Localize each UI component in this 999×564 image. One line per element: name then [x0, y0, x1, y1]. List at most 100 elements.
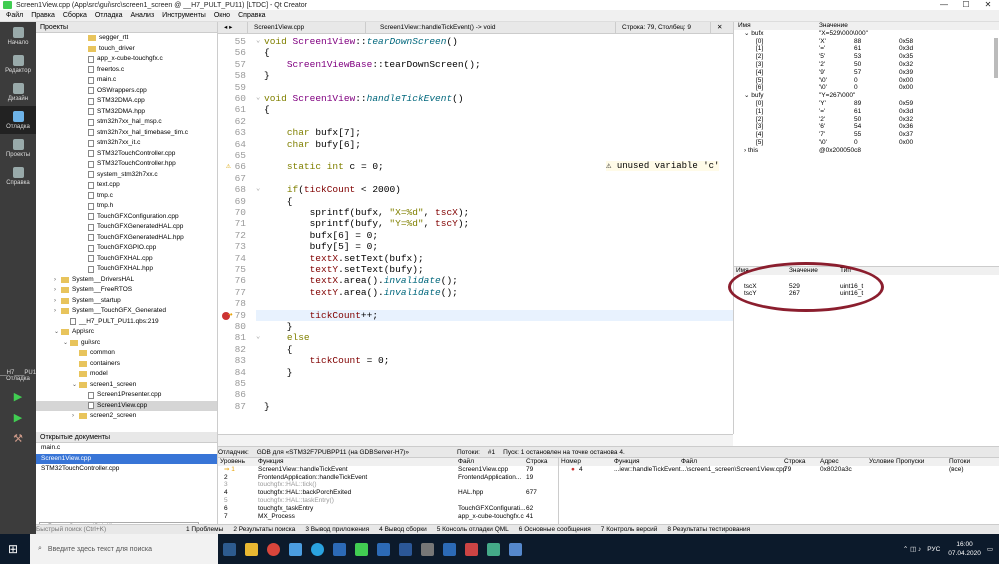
tree-item[interactable]: text.cpp — [36, 180, 217, 191]
menu-item[interactable]: Окно — [214, 12, 230, 19]
stack-row[interactable]: 6 touchgfx_taskEntry TouchGFXConfigurati..… — [218, 505, 558, 513]
symbol-selector[interactable]: Screen1View::handleTickEvent() -> void — [366, 21, 616, 34]
minimize-button[interactable]: — — [933, 0, 955, 10]
watch-row[interactable]: [4] '7' 55 0x37 — [734, 131, 999, 139]
watch-col-header[interactable]: Имя — [738, 22, 751, 30]
watch-row[interactable]: [1] '=' 61 0x3d — [734, 108, 999, 116]
app-icon-5[interactable] — [504, 534, 526, 564]
breakpoint-col-header[interactable]: Номер — [561, 458, 581, 466]
word-icon[interactable] — [394, 534, 416, 564]
stack-row[interactable]: 5 touchgfx::HAL::taskEntry() — [218, 497, 558, 505]
clock[interactable]: 16:00 07.04.2020 — [948, 540, 981, 558]
notifications-icon[interactable]: ▭ — [987, 545, 993, 553]
breakpoint-col-header[interactable]: Адрес — [820, 458, 839, 466]
tray-icons[interactable]: ⌃ ◫ ♪ — [903, 545, 921, 553]
taskview-icon[interactable] — [218, 534, 240, 564]
menu-item[interactable]: Анализ — [131, 12, 155, 19]
stack-row[interactable]: 7 MX_Process app_x-cube-touchgfx.c 41 — [218, 513, 558, 521]
tree-item[interactable]: TouchGFXConfiguration.cpp — [36, 212, 217, 223]
mode-bug[interactable]: Отладка — [0, 106, 36, 134]
breakpoint-col-header[interactable]: Функция — [614, 458, 640, 466]
stack-row[interactable]: 3 touchgfx::HAL::tick() — [218, 481, 558, 489]
menu-item[interactable]: Сборка — [63, 12, 87, 19]
fold-marker-icon[interactable]: ⌄ — [256, 36, 260, 45]
output-tab[interactable]: 7 Контроль версий — [601, 526, 658, 533]
watch-row[interactable]: [0] 'X' 88 0x58 — [734, 38, 999, 46]
expand-arrow[interactable]: ⌄ — [63, 338, 70, 349]
windows-start-icon[interactable]: ⊞ — [0, 534, 26, 564]
output-tab[interactable]: 8 Результаты тестирования — [667, 526, 750, 533]
expand-arrow[interactable]: › — [72, 411, 79, 422]
explorer-icon[interactable] — [240, 534, 262, 564]
open-document-item[interactable]: Screen1View.cpp — [36, 453, 217, 464]
app-icon-2[interactable] — [416, 534, 438, 564]
tree-item[interactable]: containers — [36, 359, 217, 370]
taskbar-search[interactable]: ⌕ Введите здесь текст для поиска — [30, 534, 218, 564]
tree-item[interactable]: › System__DriversHAL — [36, 275, 217, 286]
open-documents-header[interactable]: Открытые документы — [36, 432, 217, 443]
app-icon-4[interactable] — [482, 534, 504, 564]
tree-item[interactable]: __H7_PULT_PU11.qbs:219 — [36, 317, 217, 328]
tree-item[interactable]: stm32h7xx_hal_timebase_tim.c — [36, 128, 217, 139]
watch-row[interactable]: [0] 'Y' 89 0x59 — [734, 100, 999, 108]
tree-item[interactable]: stm32h7xx_it.c — [36, 138, 217, 149]
stack-row[interactable]: 2 FrontendApplication::handleTickEvent Fro… — [218, 474, 558, 482]
mode-wrench[interactable]: Проекты — [0, 134, 36, 162]
tree-item[interactable]: common — [36, 348, 217, 359]
breakpoint-col-header[interactable]: Условие — [869, 458, 894, 466]
tree-item[interactable]: system_stm32h7xx.c — [36, 170, 217, 181]
mx-icon[interactable] — [328, 534, 350, 564]
tree-item[interactable]: tmp.c — [36, 191, 217, 202]
project-pane-header[interactable]: Проекты — [36, 22, 217, 33]
debug-toolbar-item[interactable]: #1 — [488, 449, 495, 456]
watch-col-header[interactable]: Значение — [819, 22, 848, 30]
menu-item[interactable]: Правка — [31, 12, 55, 19]
breakpoint-col-header[interactable]: Строка — [784, 458, 806, 466]
chrome-icon[interactable] — [262, 534, 284, 564]
stack-col-header[interactable]: Строка — [526, 458, 548, 466]
mode-grid[interactable]: Начало — [0, 22, 36, 50]
watch-row[interactable]: [5] '\0' 0 0x00 — [734, 139, 999, 147]
watch-row[interactable]: [5] '\0' 0 0x00 — [734, 77, 999, 85]
tree-item[interactable]: TouchGFXGeneratedHAL.cpp — [36, 222, 217, 233]
tree-item[interactable]: TouchGFXHAL.hpp — [36, 264, 217, 275]
watch-row[interactable]: [6] '\0' 0 0x00 — [734, 84, 999, 92]
tree-item[interactable]: › System__TouchGFX_Generated — [36, 306, 217, 317]
watch-row[interactable]: › this @0x200050c8 — [734, 147, 999, 155]
output-tab[interactable]: 2 Результаты поиска — [233, 526, 295, 533]
tree-item[interactable]: model — [36, 369, 217, 380]
stack-row[interactable]: ⇒ 1 Screen1View::handleTickEvent Screen1Vi… — [218, 466, 558, 474]
tree-item[interactable]: OSWrappers.cpp — [36, 86, 217, 97]
mode-help[interactable]: Справка — [0, 162, 36, 190]
close-button[interactable]: ✕ — [977, 0, 999, 10]
fold-marker-icon[interactable]: ⌄ — [256, 332, 260, 341]
fold-marker-icon[interactable]: ⌄ — [256, 93, 260, 102]
tree-item[interactable]: main.c — [36, 75, 217, 86]
breakpoint-row[interactable]: ● 4 ...iew::handleTickEvent ...\screen1_scr… — [559, 466, 999, 474]
tree-item[interactable]: freertos.c — [36, 65, 217, 76]
expand-arrow[interactable]: › — [54, 296, 61, 307]
debug-toolbar-item[interactable]: GDB для «STM32F7PUBPP11 (на GDBServer-H7… — [257, 449, 409, 456]
watch-row[interactable]: [3] '6' 54 0x36 — [734, 123, 999, 131]
tree-item[interactable]: ⌄ App\src — [36, 327, 217, 338]
tree-item[interactable]: app_x-cube-touchgfx.c — [36, 54, 217, 65]
watch-row[interactable]: [3] '2' 50 0x32 — [734, 61, 999, 69]
tree-item[interactable]: ⌄ gui\src — [36, 338, 217, 349]
mode-pencil[interactable]: Дизайн — [0, 78, 36, 106]
build-icon[interactable]: ⚒ — [0, 432, 36, 445]
tree-item[interactable]: STM32DMA.cpp — [36, 96, 217, 107]
menu-item[interactable]: Справка — [238, 12, 265, 19]
run-icon[interactable]: ▶ — [0, 390, 36, 403]
nav-arrows[interactable]: ◂ ▸ — [218, 21, 248, 34]
app-icon-3[interactable] — [460, 534, 482, 564]
qt-icon[interactable] — [350, 534, 372, 564]
tree-item[interactable]: STM32TouchController.cpp — [36, 149, 217, 160]
expand-arrow[interactable]: › — [54, 285, 61, 296]
watch-row[interactable]: ⌄ bufx "X=529\000\000" — [734, 30, 999, 38]
breakpoint-col-header[interactable]: Пропуски — [896, 458, 924, 466]
watch-row[interactable]: [2] '2' 50 0x32 — [734, 116, 999, 124]
watch-scrollbar[interactable] — [994, 38, 998, 78]
telegram-icon[interactable] — [306, 534, 328, 564]
watch-row[interactable]: [2] '5' 53 0x35 — [734, 53, 999, 61]
app-icon[interactable] — [284, 534, 306, 564]
